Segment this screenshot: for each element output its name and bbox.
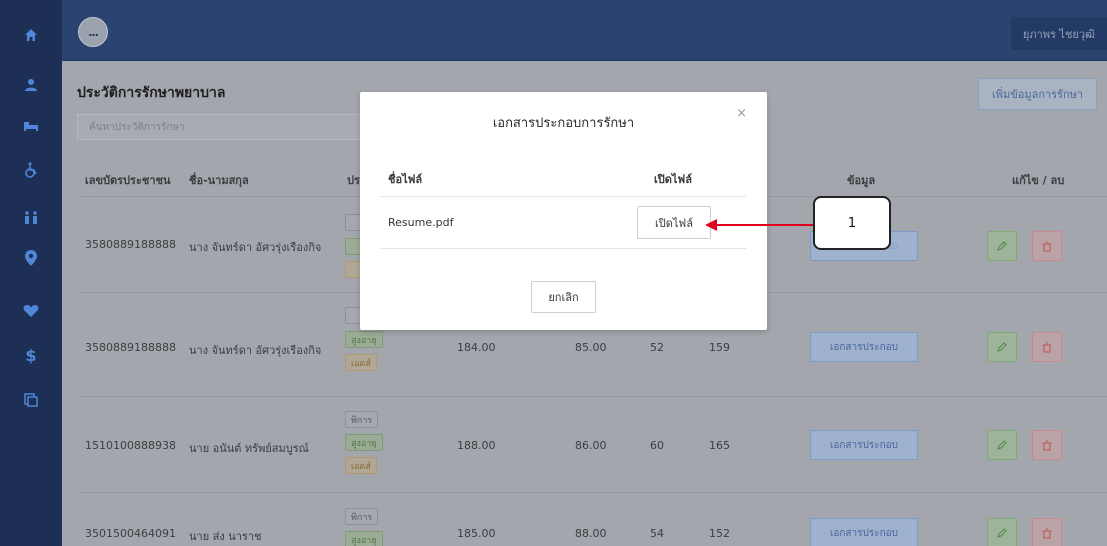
row-id: 3501500464091 — [85, 527, 176, 540]
row-id: 3580889188888 — [85, 341, 176, 354]
dollar-icon[interactable]: $ — [0, 340, 62, 370]
row-value-1: 184.00 — [457, 341, 496, 354]
user-name-button[interactable]: ยุภาพร ไชยวุฒิ — [1010, 17, 1107, 50]
column-name: ชื่อ-นามสกุล — [189, 174, 249, 187]
row-id: 3580889188888 — [85, 238, 176, 251]
close-icon[interactable]: × — [736, 106, 747, 121]
documents-button[interactable]: เอกสารประกอบ — [810, 518, 918, 546]
column-filename: ชื่อไฟล์ — [388, 173, 423, 186]
row-id: 1510100888938 — [85, 439, 176, 452]
row-name: นาง จันทร์ดา อัศวรุ่งเรืองกิจ — [189, 344, 322, 357]
row-value-4: 165 — [709, 439, 730, 452]
callout-badge: 1 — [813, 196, 891, 250]
user-icon[interactable] — [0, 70, 62, 100]
trash-icon — [1043, 528, 1051, 538]
edit-button[interactable] — [987, 332, 1017, 362]
row-value-3: 54 — [650, 527, 664, 540]
row-value-2: 88.00 — [575, 527, 607, 540]
tag-elderly: สูงอายุ — [345, 331, 383, 348]
column-edit-delete: แก้ไข / ลบ — [1012, 174, 1065, 187]
svg-text:$: $ — [25, 346, 36, 364]
row-name: นาย อนันต์ ทรัพย์สมบูรณ์ — [189, 442, 309, 455]
tag-elderly: สูงอายุ — [345, 531, 383, 546]
row-value-4: 159 — [709, 341, 730, 354]
home-icon[interactable] — [0, 20, 62, 50]
tag-aids: เอดส์ — [345, 354, 377, 371]
wheelchair-icon[interactable] — [0, 155, 62, 185]
delete-button[interactable] — [1032, 518, 1062, 546]
top-bar: ... ยุภาพร ไชยวุฒิ — [62, 0, 1107, 61]
heart-icon[interactable] — [0, 296, 62, 326]
page-title: ประวัติการรักษาพยาบาล — [77, 85, 226, 101]
row-name: นาง จันทร์ดา อัศวรุ่งเรืองกิจ — [189, 241, 322, 254]
row-value-4: 152 — [709, 527, 730, 540]
sidebar: $ — [0, 0, 62, 546]
delete-button[interactable] — [1032, 231, 1062, 261]
edit-button[interactable] — [987, 231, 1017, 261]
delete-button[interactable] — [1032, 332, 1062, 362]
open-file-button[interactable]: เปิดไฟล์ — [637, 206, 711, 239]
callout-arrow — [705, 219, 815, 231]
pencil-icon — [997, 241, 1007, 251]
people-icon[interactable] — [0, 203, 62, 233]
delete-button[interactable] — [1032, 430, 1062, 460]
trash-icon — [1043, 342, 1051, 352]
row-value-1: 188.00 — [457, 439, 496, 452]
documents-modal: เอกสารประกอบการรักษา × ชื่อไฟล์ เปิดไฟล์… — [360, 92, 767, 330]
menu-button[interactable]: ... — [78, 17, 108, 47]
pencil-icon — [997, 342, 1007, 352]
column-id: เลขบัตรประชาชน — [85, 174, 171, 187]
row-value-2: 86.00 — [575, 439, 607, 452]
pencil-icon — [997, 440, 1007, 450]
trash-icon — [1043, 440, 1051, 450]
row-value-2: 85.00 — [575, 341, 607, 354]
table-row: 3501500464091 นาย ส่ง นาราช พิการ สูงอาย… — [77, 493, 1107, 546]
divider — [380, 196, 746, 197]
column-open-file: เปิดไฟล์ — [654, 173, 692, 186]
divider — [380, 248, 746, 249]
column-info: ข้อมูล — [847, 174, 876, 187]
tag-disabled: พิการ — [345, 508, 379, 525]
row-name: นาย ส่ง นาราช — [189, 530, 262, 543]
edit-button[interactable] — [987, 518, 1017, 546]
copy-icon[interactable] — [0, 385, 62, 415]
file-name: Resume.pdf — [388, 216, 454, 229]
row-value-1: 185.00 — [457, 527, 496, 540]
search-input[interactable]: ค้นหาประวัติการรักษา — [77, 114, 367, 140]
documents-button[interactable]: เอกสารประกอบ — [810, 332, 918, 362]
table-row: 1510100888938 นาย อนันต์ ทรัพย์สมบูรณ์ พ… — [77, 397, 1107, 493]
trash-icon — [1043, 241, 1051, 251]
bed-icon[interactable] — [0, 111, 62, 141]
modal-title: เอกสารประกอบการรักษา — [492, 116, 635, 131]
cancel-button[interactable]: ยกเลิก — [531, 281, 596, 313]
pencil-icon — [997, 528, 1007, 538]
tag-elderly: สูงอายุ — [345, 434, 383, 451]
location-pin-icon[interactable] — [0, 243, 62, 273]
documents-button[interactable]: เอกสารประกอบ — [810, 430, 918, 460]
row-value-3: 52 — [650, 341, 664, 354]
edit-button[interactable] — [987, 430, 1017, 460]
row-value-3: 60 — [650, 439, 664, 452]
tag-aids: เอดส์ — [345, 457, 377, 474]
tag-disabled: พิการ — [345, 411, 379, 428]
add-treatment-button[interactable]: เพิ่มข้อมูลการรักษา — [978, 78, 1097, 110]
